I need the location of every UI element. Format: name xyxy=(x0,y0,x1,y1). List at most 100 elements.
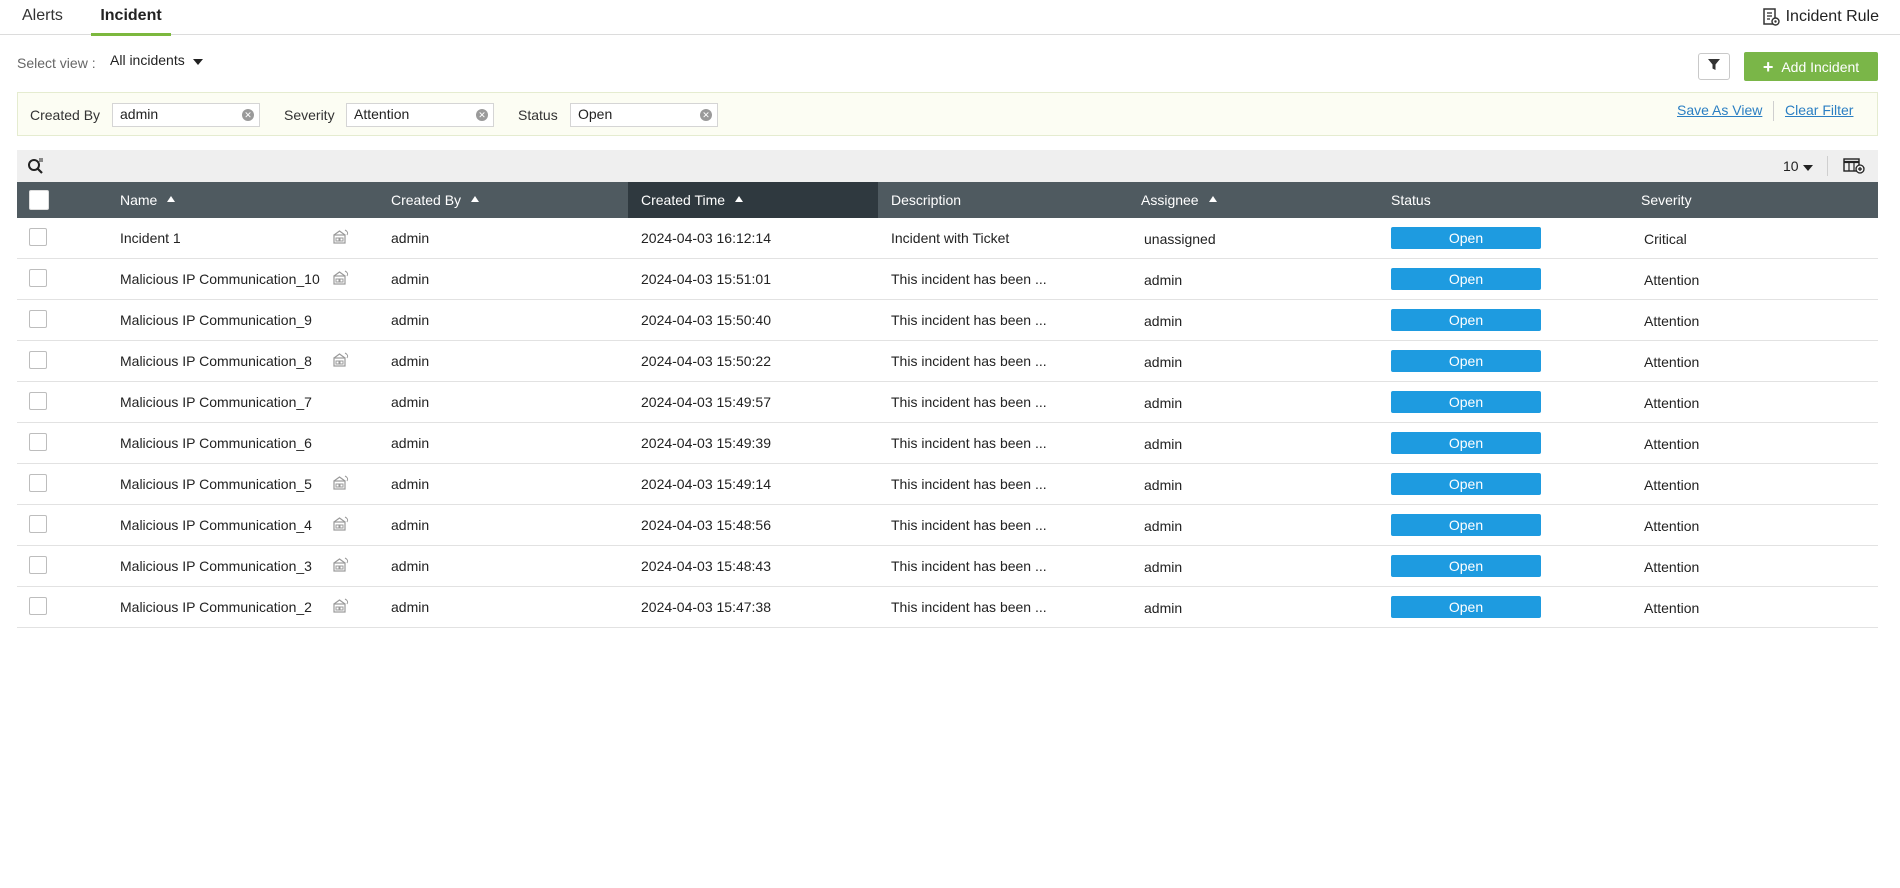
tab-alerts[interactable]: Alerts xyxy=(22,0,63,35)
row-created-by: admin xyxy=(391,517,430,533)
row-assignee: admin xyxy=(1144,354,1183,370)
view-select-dropdown[interactable]: All incidents xyxy=(110,52,203,68)
ticket-icon[interactable] xyxy=(332,516,350,536)
row-checkbox[interactable] xyxy=(29,269,47,287)
row-name[interactable]: Malicious IP Communication_3 xyxy=(120,546,312,586)
column-header-created-by[interactable]: Created By xyxy=(391,182,480,218)
sort-asc-icon xyxy=(735,196,744,203)
table-row[interactable]: Malicious IP Communication_9 admin 2024-04… xyxy=(17,300,1878,341)
row-severity: Attention xyxy=(1644,395,1700,411)
ticket-icon[interactable] xyxy=(332,598,350,618)
row-created-by: admin xyxy=(391,353,430,369)
status-badge[interactable]: Open xyxy=(1391,350,1541,372)
row-checkbox[interactable] xyxy=(29,515,47,533)
plus-icon: + xyxy=(1762,56,1774,77)
sort-asc-icon xyxy=(1208,196,1217,203)
table-row[interactable]: Incident 1 admin 2024-04-03 16:12:14 Incide… xyxy=(17,218,1878,259)
row-severity: Attention xyxy=(1644,600,1700,616)
table-row[interactable]: Malicious IP Communication_5 admin 2024-04… xyxy=(17,464,1878,505)
filter-toggle-button[interactable] xyxy=(1698,53,1730,80)
row-description: This incident has been ... xyxy=(891,271,1047,287)
clear-status-icon[interactable]: ✕ xyxy=(700,109,712,121)
select-all-checkbox[interactable] xyxy=(29,190,49,210)
row-name[interactable]: Malicious IP Communication_2 xyxy=(120,587,312,627)
status-badge[interactable]: Open xyxy=(1391,514,1541,536)
row-name[interactable]: Malicious IP Communication_6 xyxy=(120,423,312,463)
row-name[interactable]: Malicious IP Communication_7 xyxy=(120,382,312,422)
clear-severity-icon[interactable]: ✕ xyxy=(476,109,488,121)
row-description: This incident has been ... xyxy=(891,517,1047,533)
page-size-selector[interactable]: 10 xyxy=(1783,158,1813,174)
row-created-time: 2024-04-03 15:50:40 xyxy=(641,312,771,328)
row-created-time: 2024-04-03 15:49:14 xyxy=(641,476,771,492)
ticket-icon[interactable] xyxy=(332,229,350,249)
active-tab-indicator xyxy=(91,33,171,36)
status-badge[interactable]: Open xyxy=(1391,473,1541,495)
column-header-status[interactable]: Status xyxy=(1391,182,1431,218)
column-chooser-icon[interactable] xyxy=(1843,158,1865,178)
status-badge[interactable]: Open xyxy=(1391,596,1541,618)
row-created-by: admin xyxy=(391,599,430,615)
row-checkbox[interactable] xyxy=(29,597,47,615)
row-checkbox[interactable] xyxy=(29,433,47,451)
ticket-icon[interactable] xyxy=(332,270,350,290)
row-assignee: admin xyxy=(1144,559,1183,575)
tab-incident[interactable]: Incident xyxy=(91,0,171,36)
table-search-icon[interactable] xyxy=(27,157,45,179)
row-name[interactable]: Malicious IP Communication_10 xyxy=(120,259,320,299)
table-row[interactable]: Malicious IP Communication_2 admin 2024-04… xyxy=(17,587,1878,628)
row-description: This incident has been ... xyxy=(891,599,1047,615)
row-checkbox[interactable] xyxy=(29,556,47,574)
ticket-icon[interactable] xyxy=(332,557,350,577)
filter-created-by-input[interactable]: admin ✕ xyxy=(112,103,260,127)
row-name[interactable]: Malicious IP Communication_9 xyxy=(120,300,312,340)
row-name[interactable]: Malicious IP Communication_5 xyxy=(120,464,312,504)
incident-rule-link[interactable]: Incident Rule xyxy=(1762,6,1879,28)
save-as-view-link[interactable]: Save As View xyxy=(1677,102,1762,118)
filter-created-by-label: Created By xyxy=(30,107,101,123)
row-name[interactable]: Malicious IP Communication_8 xyxy=(120,341,312,381)
column-header-severity[interactable]: Severity xyxy=(1641,182,1692,218)
row-checkbox[interactable] xyxy=(29,351,47,369)
clear-created-by-icon[interactable]: ✕ xyxy=(242,109,254,121)
add-incident-button[interactable]: + Add Incident xyxy=(1744,52,1878,81)
filter-status-input[interactable]: Open ✕ xyxy=(570,103,718,127)
table-toolbar: 10 xyxy=(17,150,1878,182)
row-checkbox[interactable] xyxy=(29,310,47,328)
ticket-icon[interactable] xyxy=(332,475,350,495)
column-header-name[interactable]: Name xyxy=(120,182,176,218)
column-header-assignee[interactable]: Assignee xyxy=(1141,182,1217,218)
row-checkbox[interactable] xyxy=(29,392,47,410)
status-badge[interactable]: Open xyxy=(1391,309,1541,331)
table-row[interactable]: Malicious IP Communication_3 admin 2024-04… xyxy=(17,546,1878,587)
row-checkbox[interactable] xyxy=(29,228,47,246)
ticket-icon[interactable] xyxy=(332,352,350,372)
column-header-description[interactable]: Description xyxy=(891,182,961,218)
status-badge[interactable]: Open xyxy=(1391,555,1541,577)
table-row[interactable]: Malicious IP Communication_10 admin 2024-0… xyxy=(17,259,1878,300)
status-badge[interactable]: Open xyxy=(1391,268,1541,290)
table-row[interactable]: Malicious IP Communication_4 admin 2024-04… xyxy=(17,505,1878,546)
column-name-label: Name xyxy=(120,192,158,208)
incident-rule-label: Incident Rule xyxy=(1785,8,1879,25)
table-row[interactable]: Malicious IP Communication_8 admin 2024-04… xyxy=(17,341,1878,382)
row-name[interactable]: Incident 1 xyxy=(120,218,181,258)
row-checkbox[interactable] xyxy=(29,474,47,492)
column-assignee-label: Assignee xyxy=(1141,192,1199,208)
row-created-by: admin xyxy=(391,230,430,246)
filter-severity-input[interactable]: Attention ✕ xyxy=(346,103,494,127)
row-created-time: 2024-04-03 15:50:22 xyxy=(641,353,771,369)
tab-incident-label: Incident xyxy=(100,7,162,24)
chevron-down-icon xyxy=(1802,165,1813,171)
column-header-created-time[interactable]: Created Time xyxy=(628,182,878,218)
status-badge[interactable]: Open xyxy=(1391,432,1541,454)
row-assignee: admin xyxy=(1144,272,1183,288)
row-name[interactable]: Malicious IP Communication_4 xyxy=(120,505,312,545)
status-badge[interactable]: Open xyxy=(1391,227,1541,249)
row-severity: Attention xyxy=(1644,354,1700,370)
status-badge[interactable]: Open xyxy=(1391,391,1541,413)
row-severity: Attention xyxy=(1644,313,1700,329)
clear-filter-link[interactable]: Clear Filter xyxy=(1785,102,1853,118)
table-row[interactable]: Malicious IP Communication_6 admin 2024-04… xyxy=(17,423,1878,464)
table-row[interactable]: Malicious IP Communication_7 admin 2024-04… xyxy=(17,382,1878,423)
